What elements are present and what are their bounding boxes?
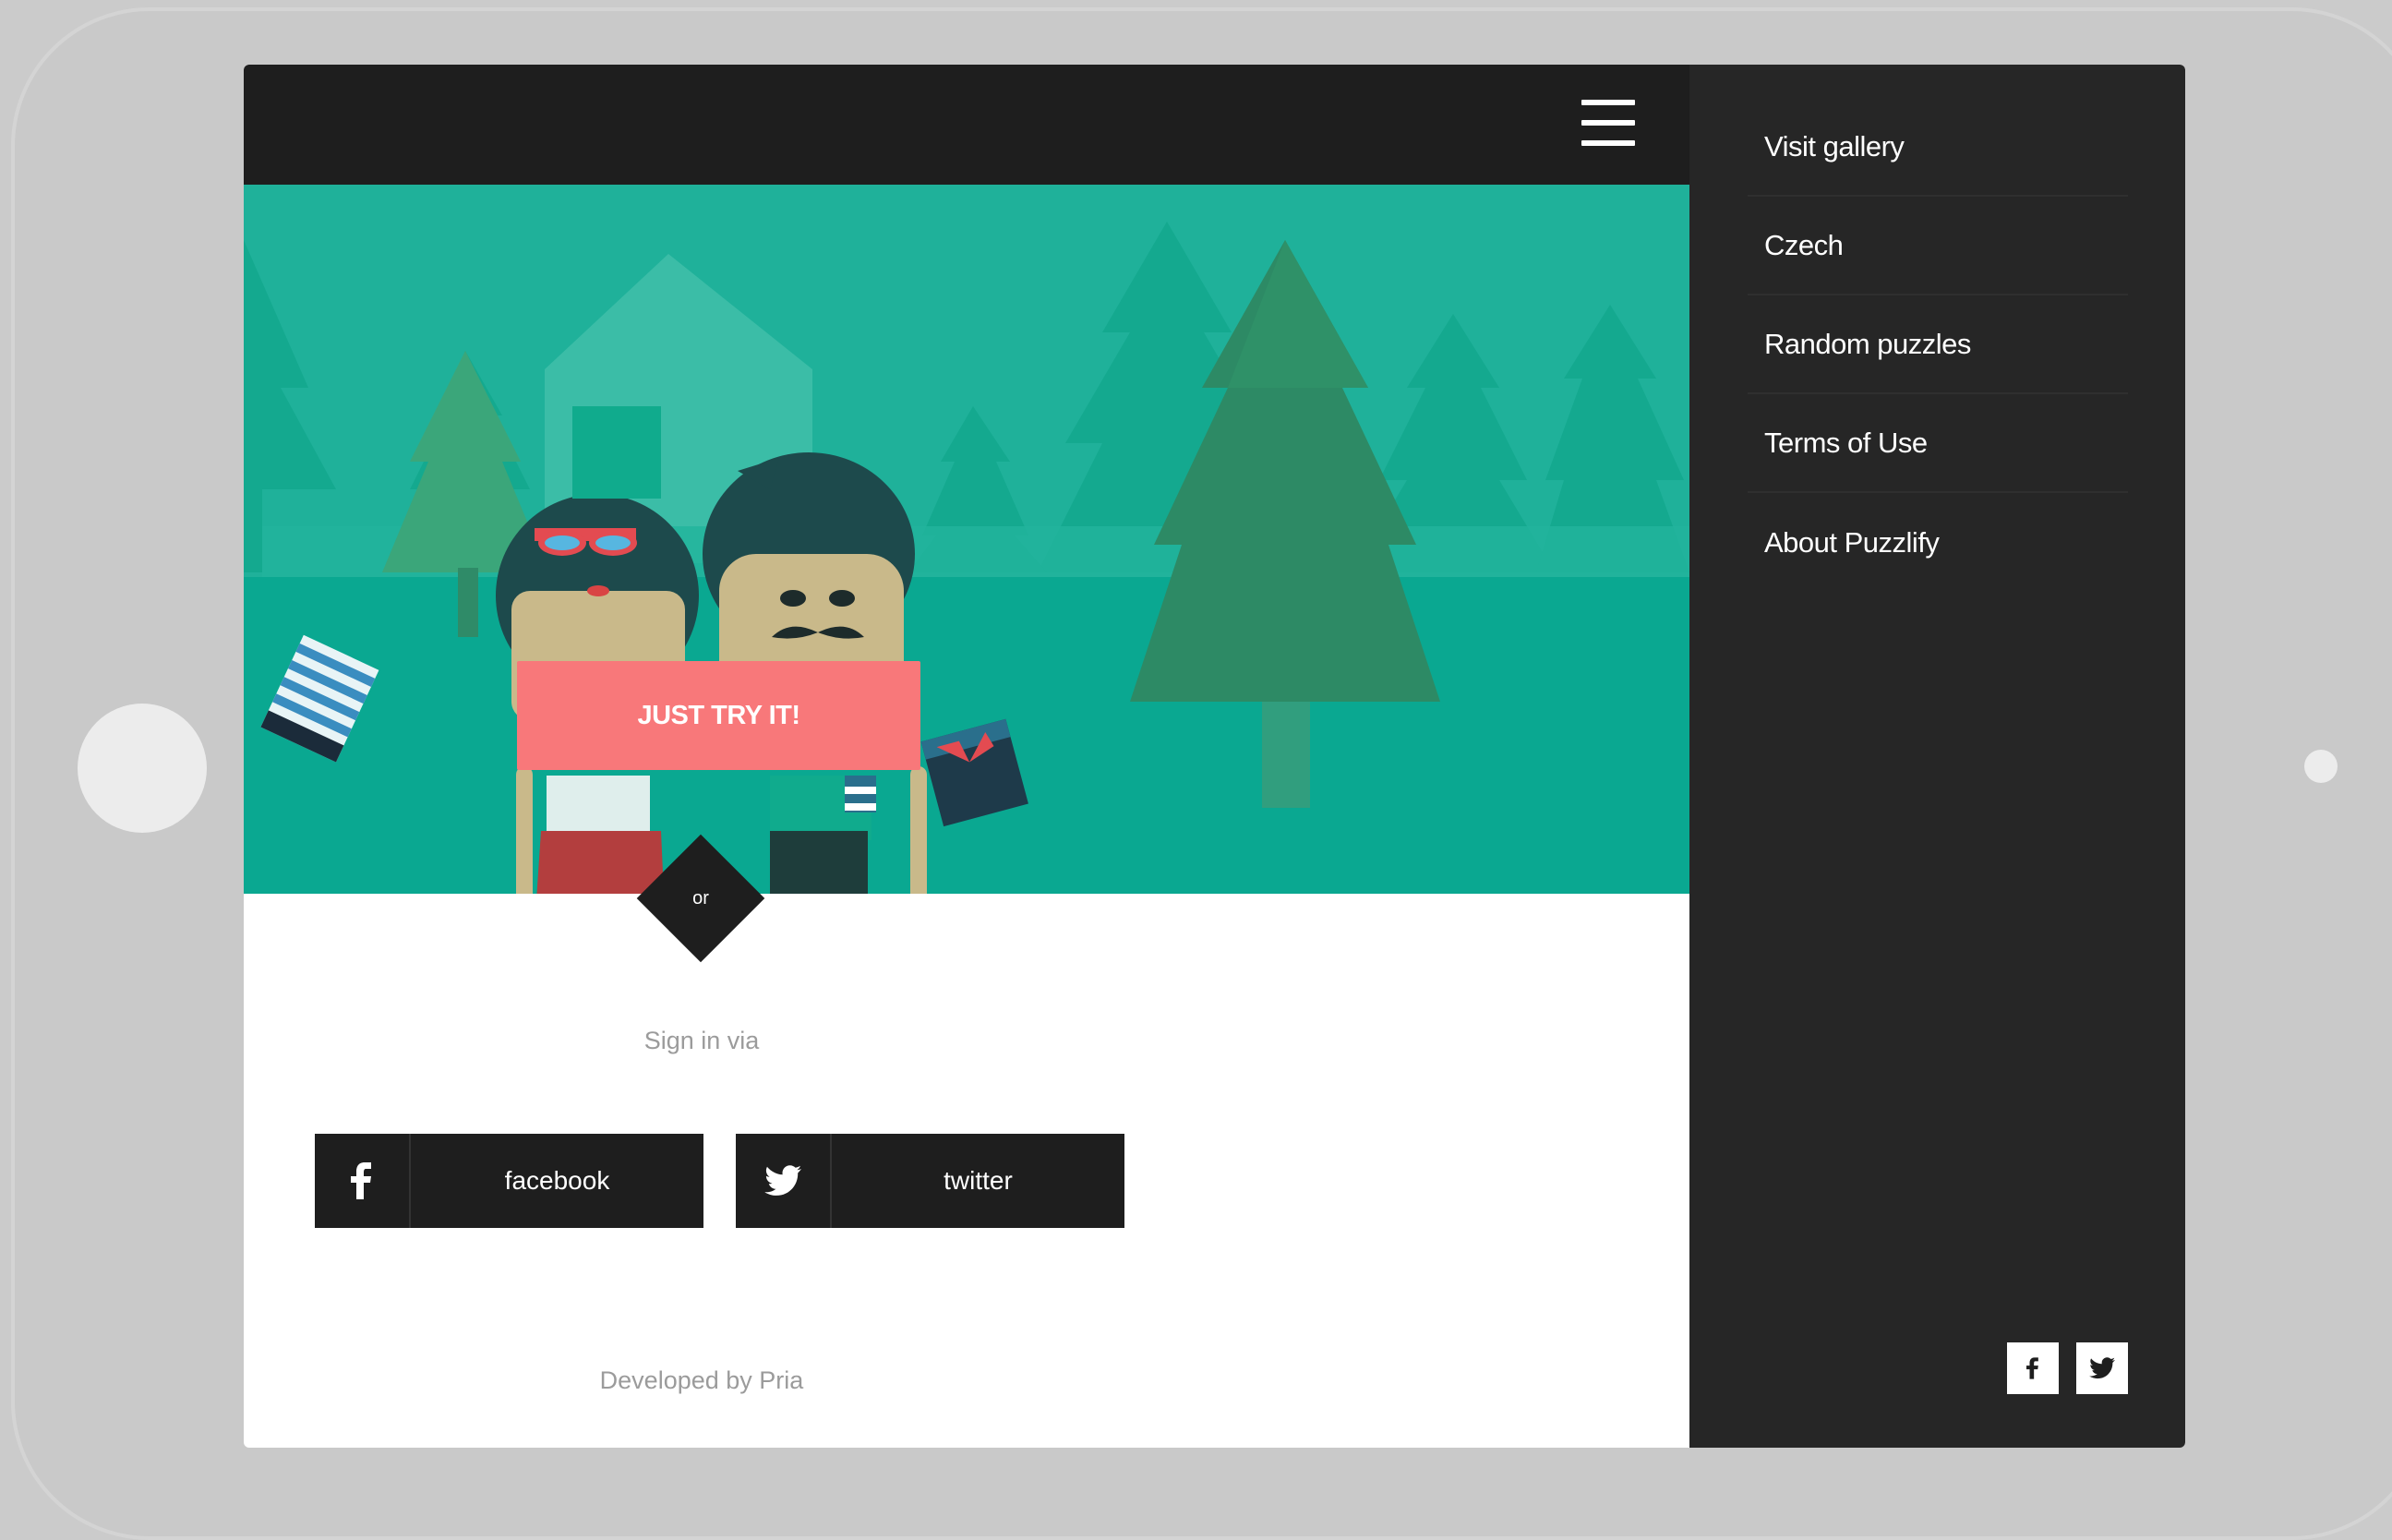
app-screen: JUST TRY IT! or Sign in via facebook twi… (244, 65, 2185, 1448)
menu-item-visit-gallery[interactable]: Visit gallery (1748, 99, 2128, 197)
sign-in-label: Sign in via (643, 1027, 760, 1054)
twitter-button-label: twitter (944, 1166, 1013, 1195)
hero-scene (244, 185, 1689, 894)
menu-item-terms-of-use[interactable]: Terms of Use (1748, 395, 2128, 493)
home-button[interactable] (78, 704, 207, 833)
menu-item-czech[interactable]: Czech (1748, 198, 2128, 295)
facebook-icon (315, 1134, 411, 1228)
twitter-sign-in-button[interactable]: twitter (736, 1134, 1124, 1228)
facebook-sign-in-button[interactable]: facebook (315, 1134, 703, 1228)
or-label: or (692, 888, 709, 908)
side-menu: Visit gallery Czech Random puzzles Terms… (1689, 65, 2185, 1448)
twitter-icon[interactable] (2076, 1342, 2128, 1394)
hamburger-icon[interactable] (1581, 100, 1635, 146)
facebook-button-label: facebook (504, 1166, 610, 1195)
menu-item-random-puzzles[interactable]: Random puzzles (1748, 296, 2128, 394)
hero-illustration: JUST TRY IT! (244, 185, 1689, 894)
top-bar (244, 65, 1689, 185)
menu-item-about-puzzlify[interactable]: About Puzzlify (1748, 494, 2128, 592)
developed-by-link[interactable]: Developed by Pria (521, 1366, 883, 1395)
camera-dot (2304, 750, 2338, 783)
facebook-icon[interactable] (2007, 1342, 2059, 1394)
twitter-icon (736, 1134, 832, 1228)
just-try-it-button[interactable]: JUST TRY IT! (517, 661, 920, 770)
